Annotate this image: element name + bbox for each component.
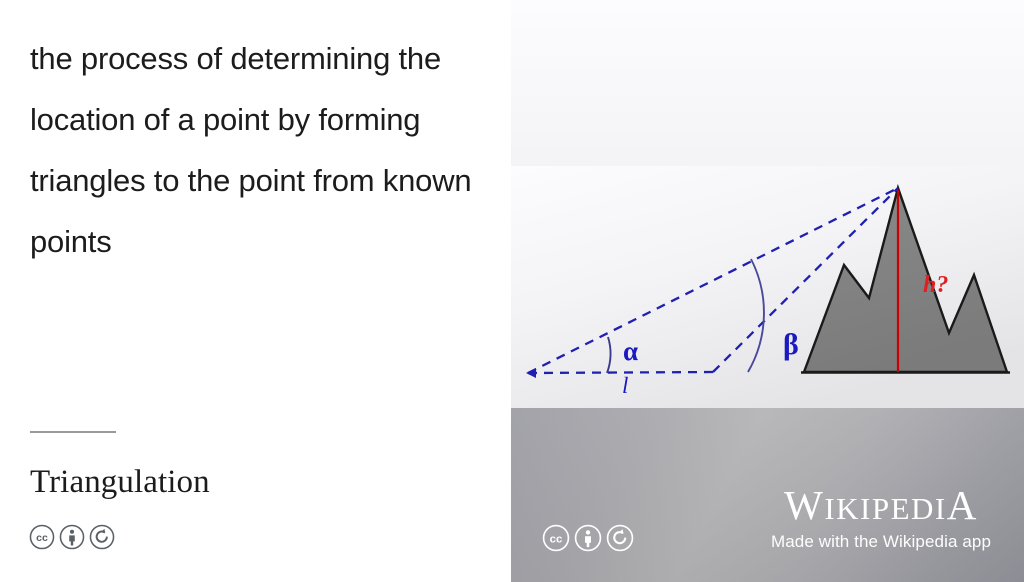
svg-text:cc: cc bbox=[36, 532, 48, 544]
wordmark-tagline: Made with the Wikipedia app bbox=[770, 532, 991, 551]
cc-icon: cc bbox=[29, 524, 55, 550]
article-description: the process of determining the location … bbox=[30, 41, 472, 259]
label-height: h? bbox=[923, 272, 948, 298]
article-lead-image: α β l h? bbox=[511, 0, 1024, 410]
label-beta: β bbox=[783, 328, 799, 361]
wordmark-w: W bbox=[784, 482, 825, 528]
cc-icon: cc bbox=[542, 524, 570, 552]
article-title: Triangulation bbox=[30, 464, 210, 500]
title-divider bbox=[30, 431, 116, 433]
wikipedia-share-card: the process of determining the location … bbox=[0, 0, 1024, 582]
label-baseline: l bbox=[622, 373, 628, 398]
cc-by-icon bbox=[574, 524, 602, 552]
cc-by-icon bbox=[59, 524, 85, 550]
license-badges: cc bbox=[29, 524, 115, 550]
cc-sharealike-icon bbox=[606, 524, 634, 552]
right-panel: α β l h? cc WIKIPEDIA Made with the Wiki… bbox=[511, 0, 1024, 582]
wordmark-middle: IKIPEDI bbox=[824, 491, 947, 526]
wikipedia-wordmark: WIKIPEDIA Made with the Wikipedia app bbox=[770, 485, 991, 551]
triangulation-diagram: α β l h? bbox=[511, 166, 1024, 410]
footer-license-badges-group: cc bbox=[542, 524, 634, 552]
cc-sharealike-icon bbox=[89, 524, 115, 550]
left-panel: the process of determining the location … bbox=[0, 0, 511, 582]
svg-text:cc: cc bbox=[550, 533, 563, 545]
label-alpha: α bbox=[623, 336, 638, 366]
wordmark-text: WIKIPEDIA bbox=[771, 485, 991, 526]
wordmark-a: A bbox=[946, 482, 978, 528]
